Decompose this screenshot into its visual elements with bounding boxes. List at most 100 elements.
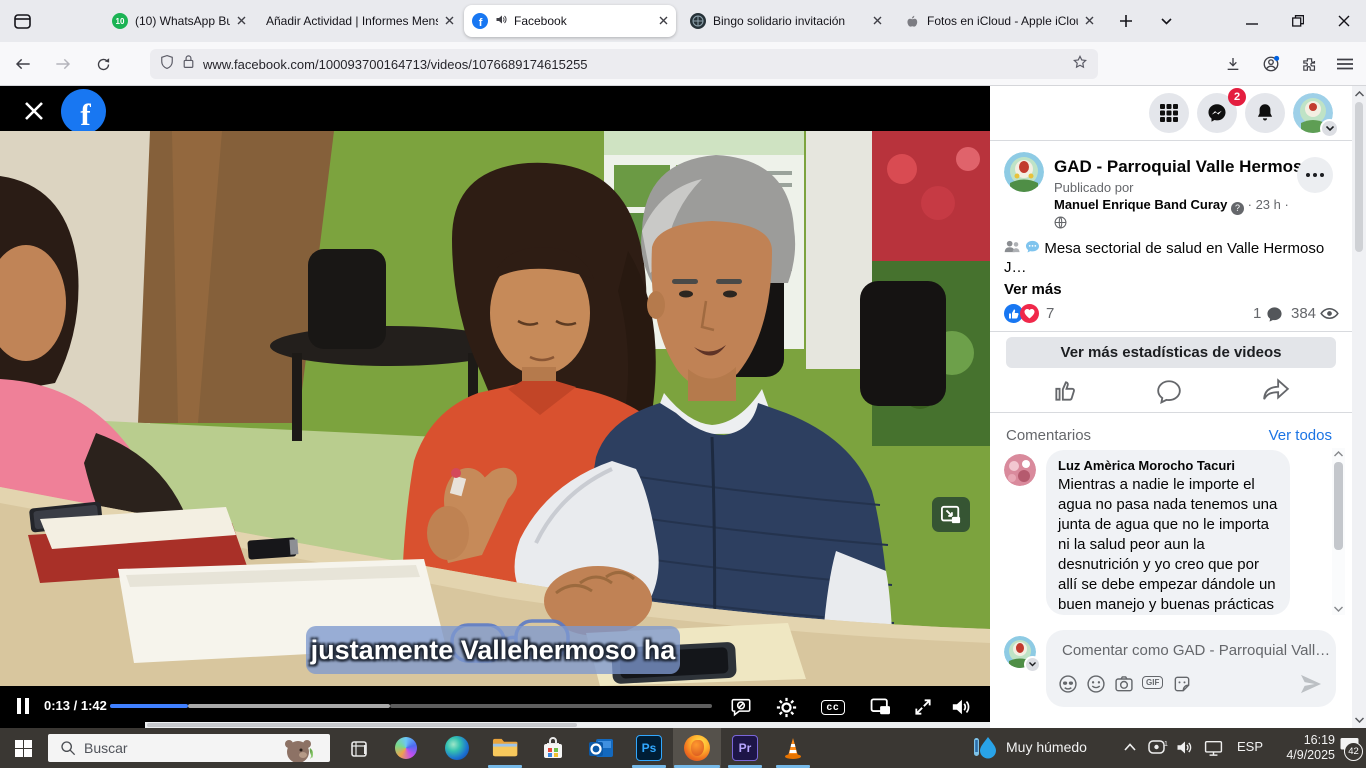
like-action-icon[interactable]	[1052, 378, 1078, 408]
volume-icon[interactable]	[948, 694, 974, 720]
notifications-bell-icon[interactable]	[1245, 93, 1285, 133]
composer-avatar-chevron-icon[interactable]	[1024, 656, 1041, 673]
downloads-icon[interactable]	[1218, 49, 1248, 79]
copilot-button[interactable]	[384, 728, 428, 768]
tray-volume-icon[interactable]	[1176, 740, 1194, 755]
taskbar-firefox-icon[interactable]	[673, 728, 721, 768]
taskbar-file-explorer-icon[interactable]	[481, 728, 529, 768]
page-name[interactable]: GAD - Parroquial Valle Hermoso	[1054, 157, 1313, 177]
tab-icloud[interactable]: Fotos en iCloud - Apple iClou	[896, 5, 1102, 37]
love-reaction-icon[interactable]	[1020, 304, 1039, 327]
task-view-button[interactable]	[336, 728, 380, 768]
commenter-avatar[interactable]	[1004, 454, 1036, 486]
settings-gear-icon[interactable]	[773, 694, 799, 720]
comments-disabled-icon[interactable]	[728, 694, 754, 720]
back-button[interactable]	[8, 49, 38, 79]
tab-bingo[interactable]: Bingo solidario invitación	[682, 5, 890, 37]
taskbar-edge-icon[interactable]	[433, 728, 481, 768]
page-scrollbar[interactable]	[1352, 86, 1366, 728]
taskbar-vlc-icon[interactable]	[769, 728, 817, 768]
post-options-icon[interactable]	[1297, 157, 1333, 193]
tab-close-icon[interactable]	[873, 14, 882, 28]
tray-language[interactable]: ESP	[1237, 739, 1263, 754]
see-all-comments-link[interactable]: Ver todos	[1269, 427, 1332, 444]
shield-icon[interactable]	[160, 54, 174, 75]
notification-count-badge: 42	[1344, 742, 1363, 761]
account-icon[interactable]	[1256, 49, 1286, 79]
camera-icon[interactable]	[1114, 674, 1134, 698]
weather-text[interactable]: Muy húmedo	[1006, 739, 1087, 755]
forward-button[interactable]	[48, 49, 78, 79]
tray-capture-icon[interactable]: 1	[1148, 739, 1168, 756]
video-close-icon[interactable]	[24, 101, 44, 126]
sticker-icon[interactable]	[1172, 674, 1192, 698]
taskbar-search-box[interactable]: Buscar	[48, 734, 330, 762]
comment-composer[interactable]: Comentar como GAD - Parroquial Vall… GIF	[1046, 630, 1336, 707]
notification-center-icon[interactable]: 42	[1340, 736, 1360, 759]
taskbar-store-icon[interactable]	[529, 728, 577, 768]
video-frame[interactable]	[0, 131, 990, 686]
picture-in-picture-button[interactable]	[932, 497, 970, 532]
page-avatar[interactable]	[1004, 152, 1044, 192]
page-scrollbar-thumb[interactable]	[1355, 102, 1363, 252]
page-scroll-down-icon[interactable]	[1355, 717, 1364, 723]
url-text[interactable]: www.facebook.com/100093700164713/videos/…	[203, 57, 1064, 72]
lock-icon[interactable]	[182, 54, 195, 74]
start-button[interactable]	[0, 728, 46, 768]
see-more-link[interactable]: Ver más	[1004, 281, 1062, 298]
profile-chevron-icon[interactable]	[1320, 119, 1339, 138]
closed-captions-icon[interactable]: cc	[820, 694, 846, 720]
weather-icon[interactable]	[972, 736, 998, 760]
window-close-button[interactable]	[1330, 8, 1358, 34]
pip-control-icon[interactable]	[868, 694, 894, 720]
tray-chevron-up-icon[interactable]	[1124, 743, 1136, 751]
page-scroll-up-icon[interactable]	[1355, 91, 1364, 97]
reload-button[interactable]	[88, 49, 118, 79]
tray-network-icon[interactable]	[1204, 740, 1223, 756]
composer-placeholder[interactable]: Comentar como GAD - Parroquial Vall…	[1062, 642, 1330, 659]
tab-close-icon[interactable]	[659, 14, 668, 28]
author-name[interactable]: Manuel Enrique Band Curay	[1054, 197, 1227, 212]
comments-scrollbar-thumb[interactable]	[1334, 462, 1343, 550]
scroll-down-icon[interactable]	[1334, 606, 1343, 612]
extensions-puzzle-icon[interactable]	[1294, 49, 1324, 79]
avatar-sticker-icon[interactable]	[1058, 674, 1078, 698]
tab-audio-icon[interactable]	[495, 14, 507, 28]
window-restore-button[interactable]	[1284, 8, 1312, 34]
taskbar-photoshop-icon[interactable]: Ps	[625, 728, 673, 768]
fb-menu-grid-icon[interactable]	[1149, 93, 1189, 133]
comments-count[interactable]: 1	[1253, 305, 1261, 322]
tab-list-chevron-icon[interactable]	[1152, 8, 1180, 34]
horizontal-scrollbar-thumb[interactable]	[147, 723, 577, 727]
share-action-icon[interactable]	[1262, 378, 1290, 406]
taskbar-outlook-icon[interactable]	[577, 728, 625, 768]
reactions-count[interactable]: 7	[1046, 305, 1054, 322]
comments-scrollbar[interactable]	[1332, 448, 1345, 615]
window-minimize-button[interactable]	[1238, 8, 1266, 34]
new-tab-button[interactable]	[1112, 8, 1140, 34]
address-bar[interactable]: www.facebook.com/100093700164713/videos/…	[150, 49, 1098, 79]
fullscreen-icon[interactable]	[910, 694, 936, 720]
tab-close-icon[interactable]	[237, 14, 246, 28]
tab-informes[interactable]: Añadir Actividad | Informes Mens	[258, 5, 462, 37]
menu-hamburger-icon[interactable]	[1330, 49, 1360, 79]
emoji-smiley-icon[interactable]	[1086, 674, 1106, 698]
pause-button[interactable]	[16, 698, 30, 719]
tab-whatsapp[interactable]: 10 (10) WhatsApp Business	[104, 5, 254, 37]
tab-facebook-active[interactable]: f Facebook	[464, 5, 676, 37]
gif-icon[interactable]: GIF	[1142, 676, 1163, 689]
taskbar-premiere-icon[interactable]: Pr	[721, 728, 769, 768]
video-stats-button[interactable]: Ver más estadísticas de videos	[1006, 337, 1336, 368]
firefox-view-icon[interactable]	[8, 8, 36, 34]
tab-close-icon[interactable]	[445, 14, 454, 28]
scroll-up-icon[interactable]	[1334, 451, 1343, 457]
video-player[interactable]: f	[0, 86, 990, 728]
tab-close-icon[interactable]	[1085, 14, 1094, 28]
search-highlight-bear-icon[interactable]	[284, 736, 314, 762]
post-timestamp[interactable]: · 23 h ·	[1248, 197, 1289, 212]
tray-clock[interactable]: 16:19 4/9/2025	[1275, 733, 1335, 763]
comment-action-icon[interactable]	[1156, 378, 1182, 408]
bookmark-star-icon[interactable]	[1072, 54, 1088, 75]
send-comment-icon[interactable]	[1300, 674, 1322, 698]
comment-author[interactable]: Luz Amèrica Morocho Tacuri	[1058, 458, 1278, 473]
